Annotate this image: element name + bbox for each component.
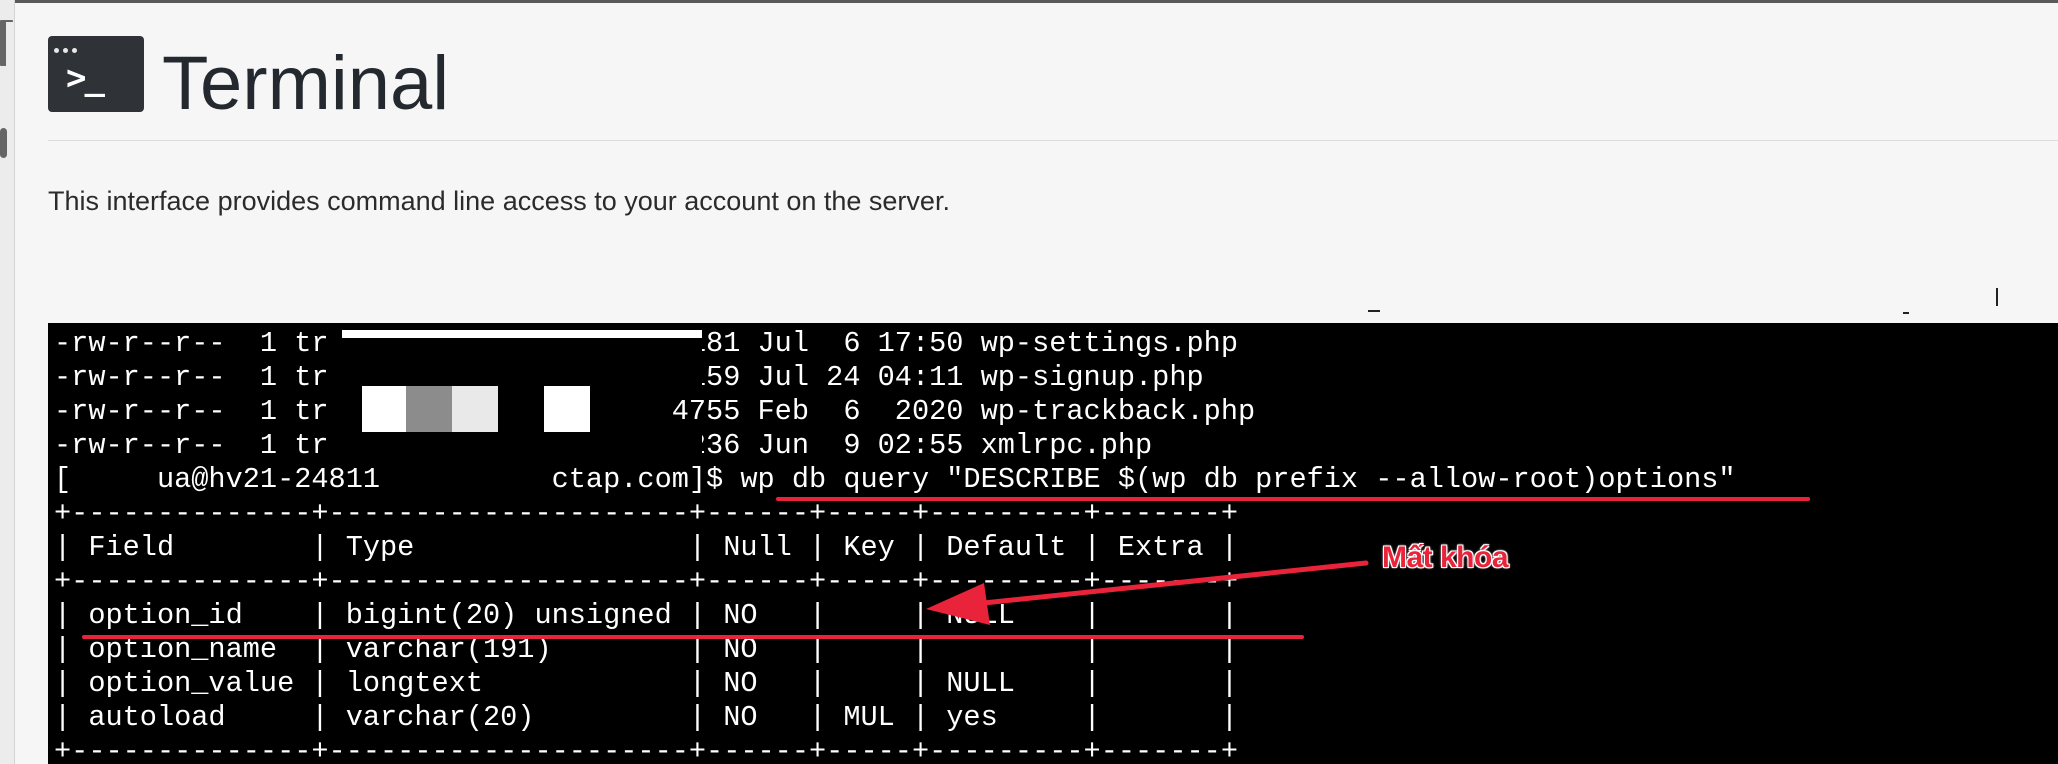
left-sidebar-rail	[0, 0, 15, 764]
redaction-block	[342, 433, 702, 465]
page-header: >_ Terminal	[48, 36, 2058, 141]
terminal-line: -rw-r--r-- 1 tr 4755 Feb 6 2020 wp-track…	[54, 395, 1256, 428]
terminal-prompt-line: [ ua@hv21-24811 ctap.com]$ wp db query "…	[54, 463, 1736, 496]
table-border: +--------------+---------------------+--…	[54, 497, 1238, 530]
redaction-block	[362, 386, 406, 432]
page-description: This interface provides command line acc…	[48, 186, 950, 216]
window-top-edge	[0, 0, 2058, 3]
user-icon[interactable]	[0, 128, 7, 158]
terminal-icon: >_	[48, 36, 144, 112]
grid-icon[interactable]	[0, 20, 13, 66]
toolbar-mark	[1903, 312, 1909, 314]
redaction-block	[342, 330, 702, 338]
window-dots	[54, 40, 84, 53]
command-underline	[776, 497, 1810, 501]
option-id-row-underline	[82, 635, 1304, 639]
table-row: | option_value | longtext | NO | | NULL …	[54, 667, 1238, 700]
table-row: | autoload | varchar(20) | NO | MUL | ye…	[54, 701, 1238, 734]
redaction-block	[544, 386, 590, 432]
toolbar-mark	[1996, 288, 1998, 306]
table-border: +--------------+---------------------+--…	[54, 565, 1238, 598]
table-header-row: | Field | Type | Null | Key | Default | …	[54, 531, 1238, 564]
table-border: +--------------+---------------------+--…	[54, 735, 1238, 764]
table-row: | option_id | bigint(20) unsigned | NO |…	[54, 599, 1238, 632]
page-title: Terminal	[162, 41, 450, 126]
redaction-block	[342, 338, 702, 362]
terminal-console[interactable]: -rw-r--r-- 1 tr 20181 Jul 6 17:50 wp-set…	[48, 323, 2058, 764]
prompt-glyph: >_	[66, 58, 105, 98]
annotation-label: Mất khóa	[1382, 541, 1509, 574]
redaction-block	[452, 386, 498, 432]
toolbar-mark	[1368, 310, 1380, 312]
redaction-block	[406, 386, 452, 432]
